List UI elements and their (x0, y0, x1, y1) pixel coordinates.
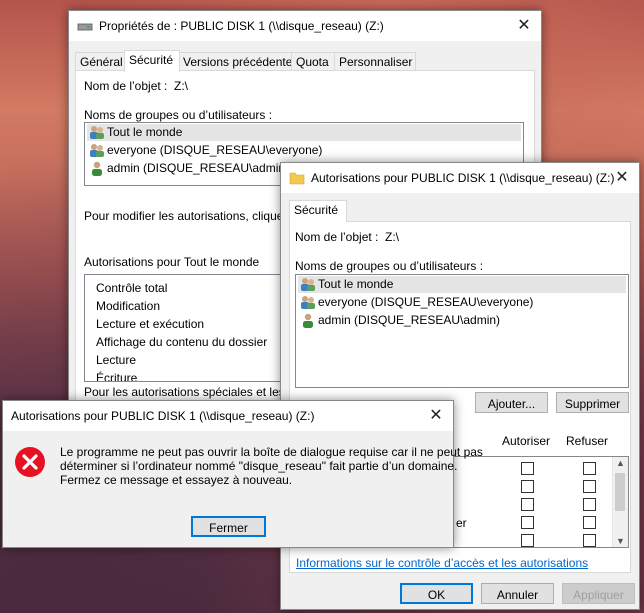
error-message-line-2: déterminer si l’ordinateur nommé "disque… (60, 459, 458, 473)
close-button[interactable]: Fermer (191, 516, 266, 537)
list-item-label: Tout le monde (318, 277, 394, 291)
object-name-value: Z:\ (385, 230, 399, 244)
object-name-value: Z:\ (174, 79, 188, 93)
permission-row: Modification (96, 299, 161, 313)
allow-checkbox[interactable] (521, 480, 534, 493)
error-dialog: Autorisations pour PUBLIC DISK 1 (\\disq… (2, 400, 483, 548)
ok-button[interactable]: OK (400, 583, 473, 604)
error-message-line-3: Fermez ce message et essayez à nouveau. (60, 473, 293, 487)
deny-checkbox[interactable] (583, 462, 596, 475)
allow-checkbox[interactable] (521, 498, 534, 511)
list-item-label: everyone (DISQUE_RESEAU\everyone) (107, 143, 323, 157)
object-name-label: Nom de l’objet : (84, 79, 168, 93)
list-item[interactable]: everyone (DISQUE_RESEAU\everyone) (298, 294, 626, 311)
allow-checkbox[interactable] (521, 516, 534, 529)
tab-previous-versions[interactable]: Versions précédentes (178, 52, 298, 71)
deny-checkbox[interactable] (583, 480, 596, 493)
allow-checkbox[interactable] (521, 462, 534, 475)
scrollbar[interactable]: ▲ ▼ (612, 457, 628, 547)
permissions-label: Autorisations pour Tout le monde (84, 255, 260, 269)
permission-row: Lecture et exécution (96, 317, 205, 331)
deny-checkbox[interactable] (583, 534, 596, 547)
tab-quota[interactable]: Quota (291, 52, 336, 71)
group-users-icon (90, 144, 104, 157)
tab-security[interactable]: Sécurité (124, 50, 180, 72)
scroll-up-icon[interactable]: ▲ (616, 458, 625, 468)
groups-label: Noms de groupes ou d’utilisateurs : (295, 259, 484, 273)
list-item[interactable]: Tout le monde (87, 124, 521, 141)
modify-hint: Pour modifier les autorisations, cliquez… (84, 209, 310, 223)
permission-row: Affichage du contenu du dossier (96, 335, 268, 349)
user-icon (303, 313, 313, 328)
permission-row-fragment: er (456, 516, 467, 530)
error-icon (15, 447, 45, 477)
permissions-titlebar[interactable]: Autorisations pour PUBLIC DISK 1 (\\disq… (281, 163, 639, 193)
permissions-title: Autorisations pour PUBLIC DISK 1 (\\disq… (311, 171, 615, 185)
special-permissions-hint: Pour les autorisations spéciales et les … (84, 385, 313, 399)
list-item[interactable]: Tout le monde (298, 276, 626, 293)
remove-button[interactable]: Supprimer (556, 392, 629, 413)
list-item-label: admin (DISQUE_RESEAU\admin) (107, 161, 290, 175)
user-icon (92, 161, 102, 176)
add-button[interactable]: Ajouter... (475, 392, 548, 413)
close-icon[interactable]: ✕ (513, 15, 535, 37)
list-item-label: admin (DISQUE_RESEAU\admin) (318, 313, 501, 327)
scroll-down-icon[interactable]: ▼ (616, 536, 625, 546)
apply-button[interactable]: Appliquer (562, 583, 635, 604)
list-item-label: everyone (DISQUE_RESEAU\everyone) (318, 295, 534, 309)
allow-column-header: Autoriser (502, 434, 551, 448)
list-item[interactable]: everyone (DISQUE_RESEAU\everyone) (87, 142, 521, 159)
deny-checkbox[interactable] (583, 498, 596, 511)
properties-title: Propriétés de : PUBLIC DISK 1 (\\disque_… (99, 19, 384, 33)
list-item-label: Tout le monde (107, 125, 183, 139)
deny-column-header: Refuser (566, 434, 609, 448)
error-message-line-1: Le programme ne peut pas ouvrir la boîte… (60, 445, 483, 459)
group-users-icon (301, 296, 315, 309)
group-users-icon (90, 126, 104, 139)
list-item[interactable]: admin (DISQUE_RESEAU\admin) (298, 312, 626, 329)
permission-row: Écriture (96, 371, 138, 382)
allow-checkbox[interactable] (521, 534, 534, 547)
close-icon[interactable]: ✕ (425, 405, 447, 427)
scroll-thumb[interactable] (615, 473, 625, 511)
properties-titlebar[interactable]: Propriétés de : PUBLIC DISK 1 (\\disque_… (69, 11, 541, 41)
tab-general[interactable]: Général (75, 52, 126, 71)
permission-row: Lecture (96, 353, 137, 367)
group-users-icon (301, 278, 315, 291)
error-titlebar[interactable]: Autorisations pour PUBLIC DISK 1 (\\disq… (3, 401, 453, 431)
cancel-button[interactable]: Annuler (481, 583, 554, 604)
tab-security[interactable]: Sécurité (289, 200, 347, 222)
drive-icon (77, 23, 93, 31)
tab-customize[interactable]: Personnaliser (334, 52, 416, 71)
permission-row: Contrôle total (96, 281, 168, 295)
folder-icon (289, 172, 305, 185)
access-control-info-link[interactable]: Informations sur le contrôle d’accès et … (296, 556, 588, 570)
error-title: Autorisations pour PUBLIC DISK 1 (\\disq… (11, 409, 315, 423)
users-list[interactable]: Tout le monde everyone (DISQUE_RESEAU\ev… (295, 274, 629, 388)
groups-label: Noms de groupes ou d’utilisateurs : (84, 108, 273, 122)
object-name-label: Nom de l’objet : (295, 230, 379, 244)
deny-checkbox[interactable] (583, 516, 596, 529)
close-icon[interactable]: ✕ (611, 167, 633, 189)
